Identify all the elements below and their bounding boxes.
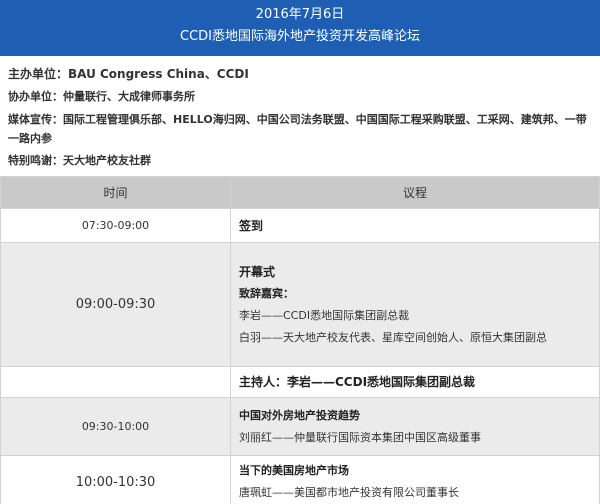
row-topic: 开幕式 致辞嘉宾： 李岩——CCDI悉地国际集团副总裁 白羽——天大地产校友代表…: [230, 242, 600, 367]
table-row: 07:30-09:00 签到: [0, 208, 600, 243]
table-row: 09:30-10:00 中国对外房地产投资趋势 刘丽红——仲量联行国际资本集团中…: [0, 397, 600, 456]
row-time: [0, 366, 231, 398]
row-topic: 签到: [230, 208, 600, 243]
topic-title: 中国对外房地产投资趋势: [239, 408, 360, 422]
table-row: 主持人：李岩——CCDI悉地国际集团副总裁: [0, 366, 600, 398]
media-line: 媒体宣传：国际工程管理俱乐部、HELLO海归网、中国公司法务联盟、中国国际工程采…: [8, 113, 587, 145]
speaker-line: 刘丽红——仲量联行国际资本集团中国区高级董事: [239, 430, 481, 444]
row-time: 10:00-10:30: [0, 455, 231, 504]
topic-subtitle: 致辞嘉宾：: [239, 286, 294, 300]
table-row: 10:00-10:30 当下的美国房地产市场 唐珮虹——美国都市地产投资有限公司…: [0, 455, 600, 504]
page-header: 2016年7月6日 CCDI悉地国际海外地产投资开发高峰论坛: [0, 0, 600, 56]
row-time: 09:00-09:30: [0, 242, 231, 367]
topic-column-header: 议程: [230, 176, 600, 209]
agenda-header-row: 时间 议程: [0, 176, 600, 209]
table-row: 09:00-09:30 开幕式 致辞嘉宾： 李岩——CCDI悉地国际集团副总裁 …: [0, 242, 600, 367]
speaker-line: 李岩——CCDI悉地国际集团副总裁: [239, 308, 410, 322]
topic-title: 开幕式: [239, 264, 276, 279]
row-topic: 中国对外房地产投资趋势 刘丽红——仲量联行国际资本集团中国区高级董事: [230, 397, 600, 456]
host-line: 主办单位：BAU Congress China、CCDI: [8, 67, 249, 81]
row-time: 09:30-10:00: [0, 397, 231, 456]
topic-title: 当下的美国房地产市场: [239, 464, 349, 477]
speaker-line: 白羽——天大地产校友代表、星库空间创始人、原恒大集团副总: [239, 330, 547, 344]
thanks-line: 特别鸣谢：天大地产校友社群: [8, 154, 151, 167]
organizer-info: 主办单位：BAU Congress China、CCDI 协办单位：仲量联行、大…: [8, 62, 594, 172]
topic-title: 签到: [239, 218, 264, 233]
row-topic: 当下的美国房地产市场 唐珮虹——美国都市地产投资有限公司董事长: [230, 455, 600, 504]
speaker-line: 唐珮虹——美国都市地产投资有限公司董事长: [239, 486, 459, 499]
time-column-header: 时间: [0, 176, 231, 209]
moderator-line: 主持人：李岩——CCDI悉地国际集团副总裁: [239, 375, 476, 389]
row-time: 07:30-09:00: [0, 208, 231, 243]
event-title: CCDI悉地国际海外地产投资开发高峰论坛: [180, 29, 420, 44]
row-topic: 主持人：李岩——CCDI悉地国际集团副总裁: [230, 366, 600, 398]
cohost-line: 协办单位：仲量联行、大成律师事务所: [8, 90, 195, 103]
event-date: 2016年7月6日: [255, 7, 345, 22]
agenda-table: 时间 议程 07:30-09:00 签到 09:00-09:30 开幕式 致辞嘉…: [0, 176, 600, 504]
